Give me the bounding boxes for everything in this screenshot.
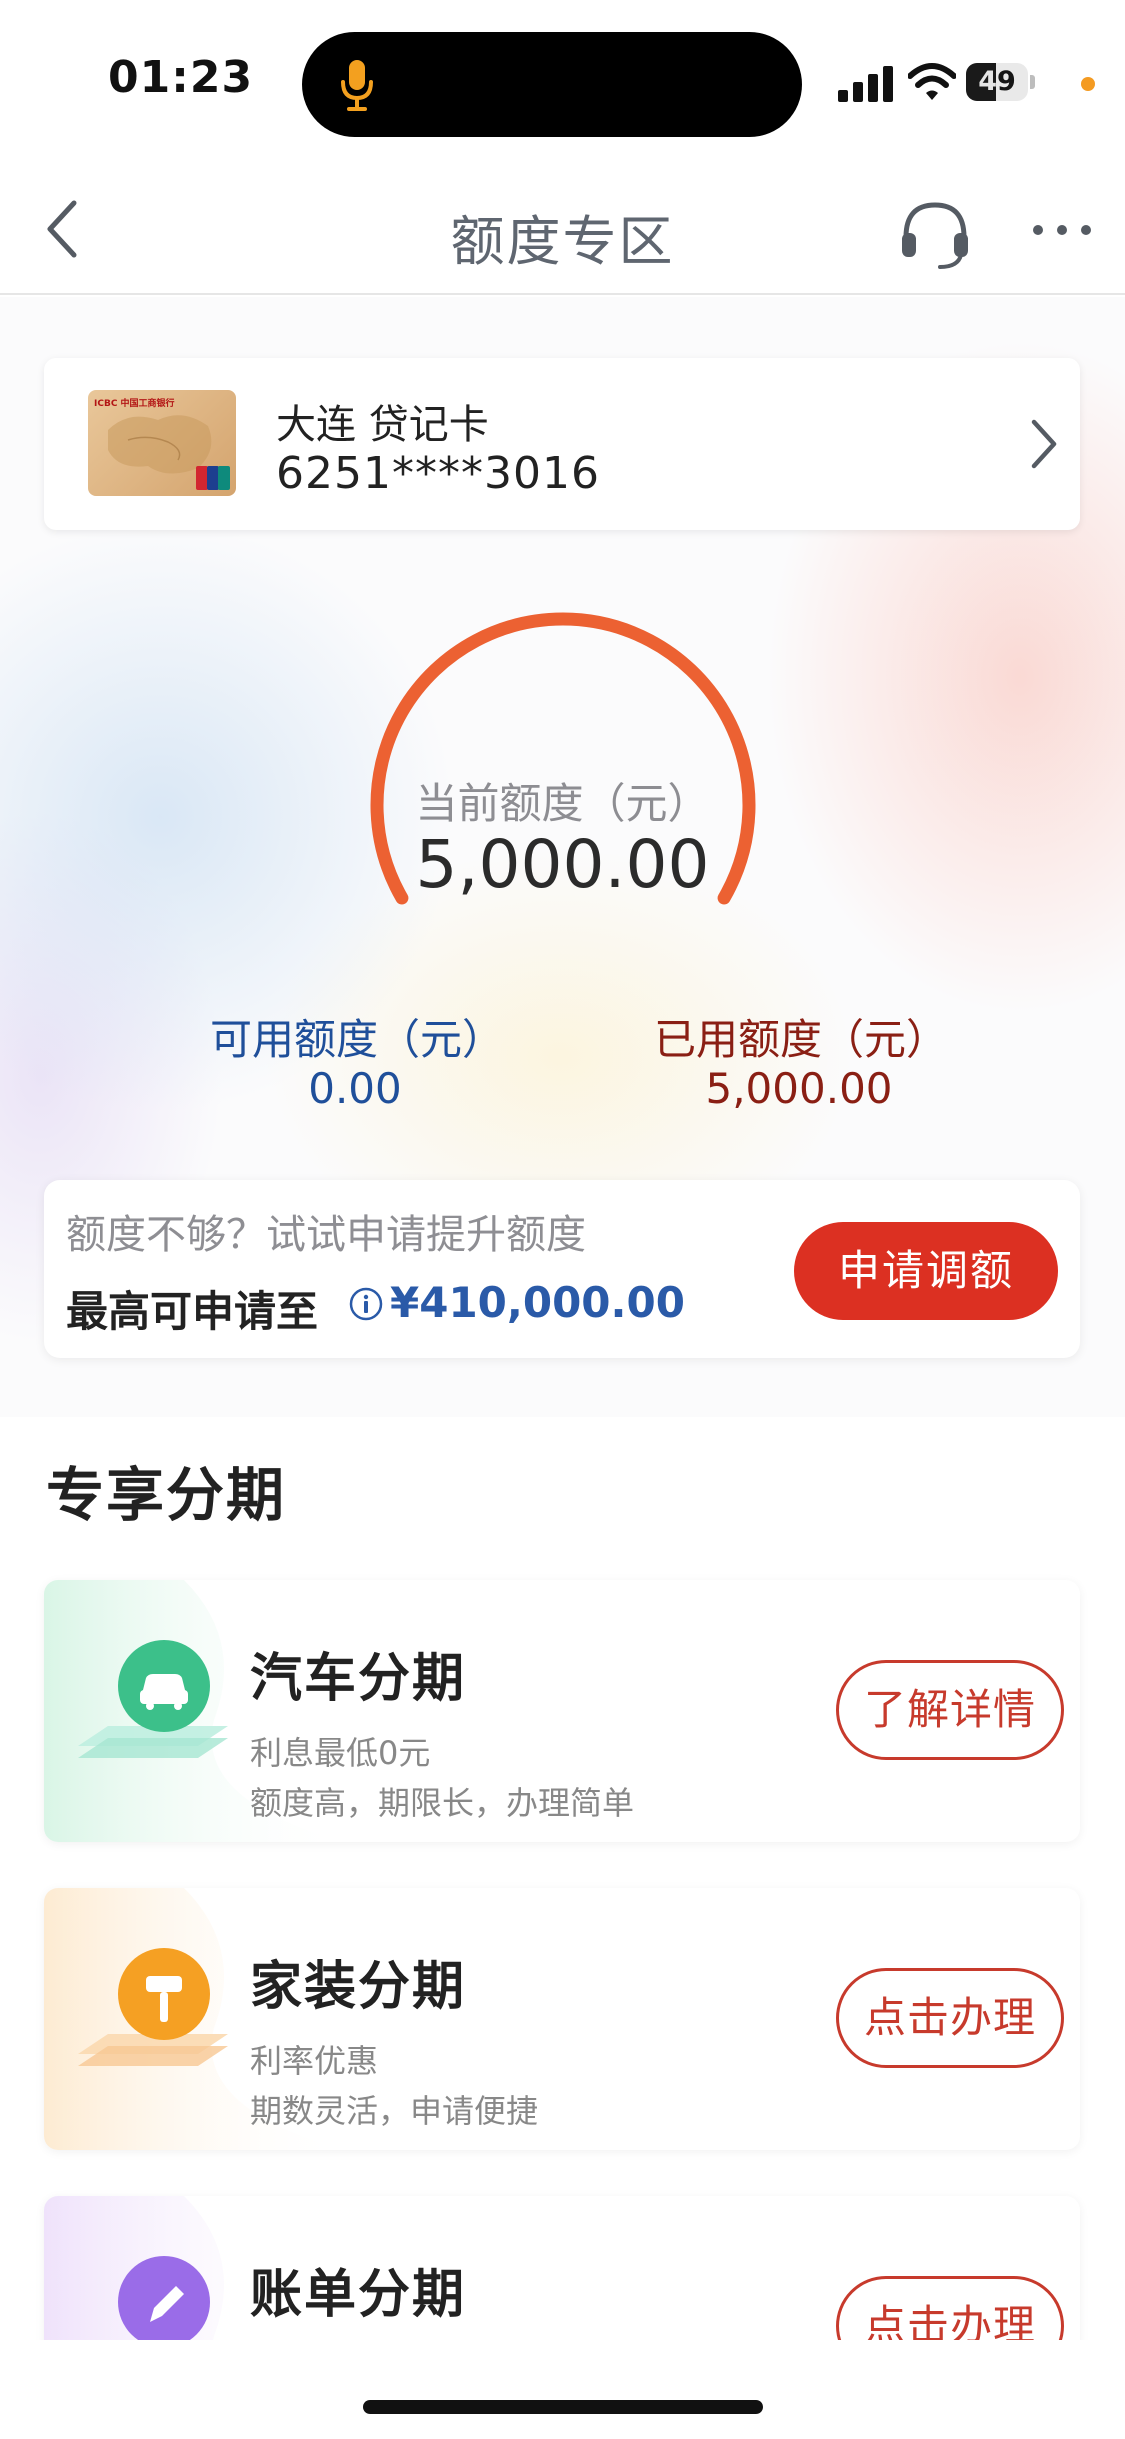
microphone-icon bbox=[341, 60, 373, 111]
available-credit-label: 可用额度（元） bbox=[210, 1015, 505, 1064]
apply-now-button[interactable]: 点击办理 bbox=[836, 1968, 1064, 2068]
product-card-home-decor[interactable]: 家装分期 利率优惠 期数灵活，申请便捷 点击办理 bbox=[44, 1888, 1080, 2150]
used-credit-label: 已用额度（元） bbox=[654, 1015, 949, 1064]
card-name: 大连 贷记卡 bbox=[276, 402, 489, 448]
product-subtitle: 利率优惠 bbox=[250, 2042, 379, 2080]
status-time: 01:23 bbox=[108, 52, 254, 103]
privacy-indicator-dot bbox=[1081, 77, 1095, 91]
max-apply-label: 最高可申请至 bbox=[66, 1287, 319, 1336]
current-credit-value: 5,000.00 bbox=[415, 826, 710, 903]
product-title: 汽车分期 bbox=[250, 1649, 467, 1709]
unionpay-icon bbox=[196, 466, 230, 490]
used-credit-value: 5,000.00 bbox=[705, 1064, 893, 1113]
more-icon[interactable] bbox=[1030, 215, 1094, 245]
chevron-right-icon bbox=[1031, 419, 1057, 469]
learn-more-button[interactable]: 了解详情 bbox=[836, 1660, 1064, 1760]
paint-roller-icon bbox=[78, 1948, 228, 2066]
card-brand-text: ICBC 中国工商银行 bbox=[94, 399, 175, 409]
wifi-icon bbox=[908, 63, 956, 100]
max-apply-value: ¥410,000.00 bbox=[390, 1278, 685, 1327]
product-description: 额度高，期限长，办理简单 bbox=[250, 1784, 635, 1822]
battery-level: 49 bbox=[978, 66, 1016, 97]
signal-icon bbox=[838, 66, 893, 102]
available-credit-value: 0.00 bbox=[308, 1064, 402, 1113]
product-title: 账单分期 bbox=[250, 2265, 467, 2325]
nav-bar: 额度专区 bbox=[0, 165, 1125, 295]
current-credit-label: 当前额度（元） bbox=[415, 779, 710, 828]
home-indicator[interactable] bbox=[363, 2400, 763, 2414]
card-number: 6251****3016 bbox=[276, 448, 600, 499]
card-selector[interactable]: ICBC 中国工商银行 大连 贷记卡 6251****3016 bbox=[44, 358, 1080, 530]
battery-icon: 49 bbox=[966, 63, 1036, 101]
product-description: 期数灵活，申请便捷 bbox=[250, 2092, 539, 2130]
card-thumbnail: ICBC 中国工商银行 bbox=[88, 390, 236, 496]
headset-icon[interactable] bbox=[896, 195, 974, 273]
apply-prompt: 额度不够？试试申请提升额度 bbox=[66, 1212, 586, 1258]
apply-adjust-button[interactable]: 申请调额 bbox=[794, 1222, 1058, 1320]
product-title: 家装分期 bbox=[250, 1957, 467, 2017]
product-subtitle: 利息最低0元 bbox=[250, 1734, 431, 1772]
status-bar: 01:23 49 bbox=[0, 0, 1125, 165]
product-card-car[interactable]: 汽车分期 利息最低0元 额度高，期限长，办理简单 了解详情 bbox=[44, 1580, 1080, 1842]
bottom-safe-area bbox=[0, 2340, 1125, 2439]
dynamic-island bbox=[302, 32, 802, 137]
section-title: 专享分期 bbox=[46, 1461, 287, 1529]
apply-increase-card: 额度不够？试试申请提升额度 最高可申请至 ¥410,000.00 申请调额 bbox=[44, 1180, 1080, 1358]
info-icon[interactable] bbox=[348, 1286, 384, 1322]
car-icon bbox=[78, 1640, 228, 1758]
